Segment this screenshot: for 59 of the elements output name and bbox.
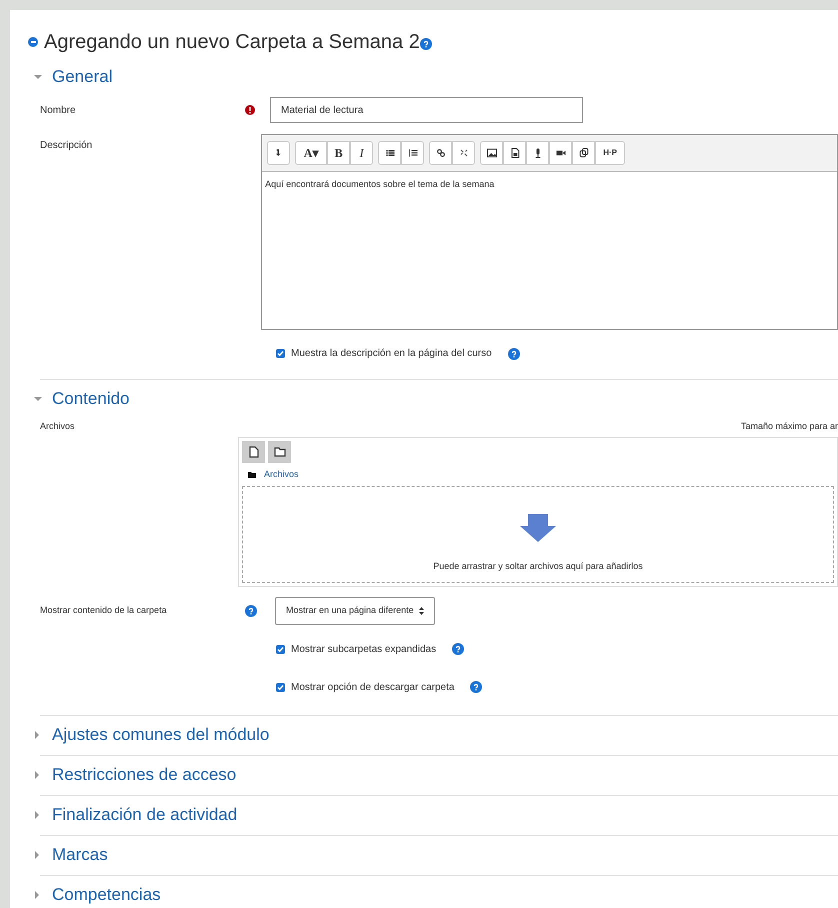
section-heading[interactable]: Competencias [52,882,161,908]
editor-text: Aquí encontrará documentos sobre el tema de la semana [264,178,496,191]
checkbox[interactable] [276,644,285,654]
image-icon [486,147,498,159]
collapse-all-icon[interactable] [28,37,38,47]
help-icon[interactable] [452,643,464,655]
bulleted-list-icon [384,147,396,159]
down-arrow-icon [520,514,556,542]
sort-caret-icon [418,606,424,614]
toolbar-button[interactable] [572,141,596,165]
checkbox-label: Mostrar subcarpetas expandidas [291,642,436,656]
checkbox-label: Muestra la descripción en la página del curso [291,347,492,361]
field-label: Nombre [39,104,77,118]
toolbar-button[interactable] [429,141,452,165]
section-heading[interactable]: Finalización de actividad [52,802,238,828]
file-icon [248,446,258,458]
toolbar-button[interactable]: A▾ [295,141,328,165]
checkbox[interactable] [276,349,285,358]
toolbar-button[interactable] [480,141,504,165]
max-size-text: Tamaño máximo para ar [740,420,838,433]
section-heading[interactable]: Ajustes comunes del módulo [52,722,270,748]
section-heading[interactable]: Marcas [52,842,108,868]
toolbar-button[interactable] [401,141,424,165]
toolbar-button[interactable] [378,141,402,165]
display-select[interactable]: Mostrar en una página diferente [275,596,435,624]
field-label: Archivos [39,420,76,433]
help-icon[interactable] [508,348,520,360]
create-folder-button[interactable] [268,440,291,462]
toolbar-button[interactable]: I [350,141,374,165]
toolbar-button[interactable] [503,141,526,165]
checkbox[interactable] [276,682,285,692]
help-icon[interactable] [470,681,482,693]
unlink-icon [458,147,470,159]
field-label: Descripción [39,139,94,153]
required-icon [245,105,255,115]
page-title: Agregando un nuevo Carpeta a Semana 2 [44,32,420,52]
copy-icon [578,147,590,159]
checkbox-label: Mostrar opción de descargar carpeta [291,680,454,694]
section-heading[interactable]: Restricciones de acceso [52,762,236,788]
folder-icon [274,446,286,456]
section-heading[interactable]: General [52,64,112,90]
section-heading[interactable]: Contenido [52,386,130,412]
link-icon [434,147,447,159]
path-link[interactable]: Archivos [264,468,299,482]
name-field[interactable]: Material de lectura [270,97,583,123]
drop-hint: Puede arrastrar y soltar archivos aquí para añadirlos [433,560,643,573]
toolbar-button[interactable]: B [327,141,350,165]
help-icon[interactable] [420,38,432,50]
help-icon[interactable] [245,604,257,616]
folder-icon [248,472,256,478]
toolbar-button[interactable]: H·P [595,141,626,165]
drop-zone[interactable]: Puede arrastrar y soltar archivos aquí para añadirlos [242,486,834,582]
toolbar-button[interactable] [549,141,572,165]
add-file-button[interactable] [242,440,265,462]
text-editor[interactable]: A▾ B I H·P Aquí encontrará documentos sobre el tema de la semana [261,134,838,330]
toolbar-button[interactable] [526,141,550,165]
field-label: Mostrar contenido de la carpeta [39,604,168,617]
document-icon [508,147,521,159]
numbered-list-icon [406,147,419,159]
